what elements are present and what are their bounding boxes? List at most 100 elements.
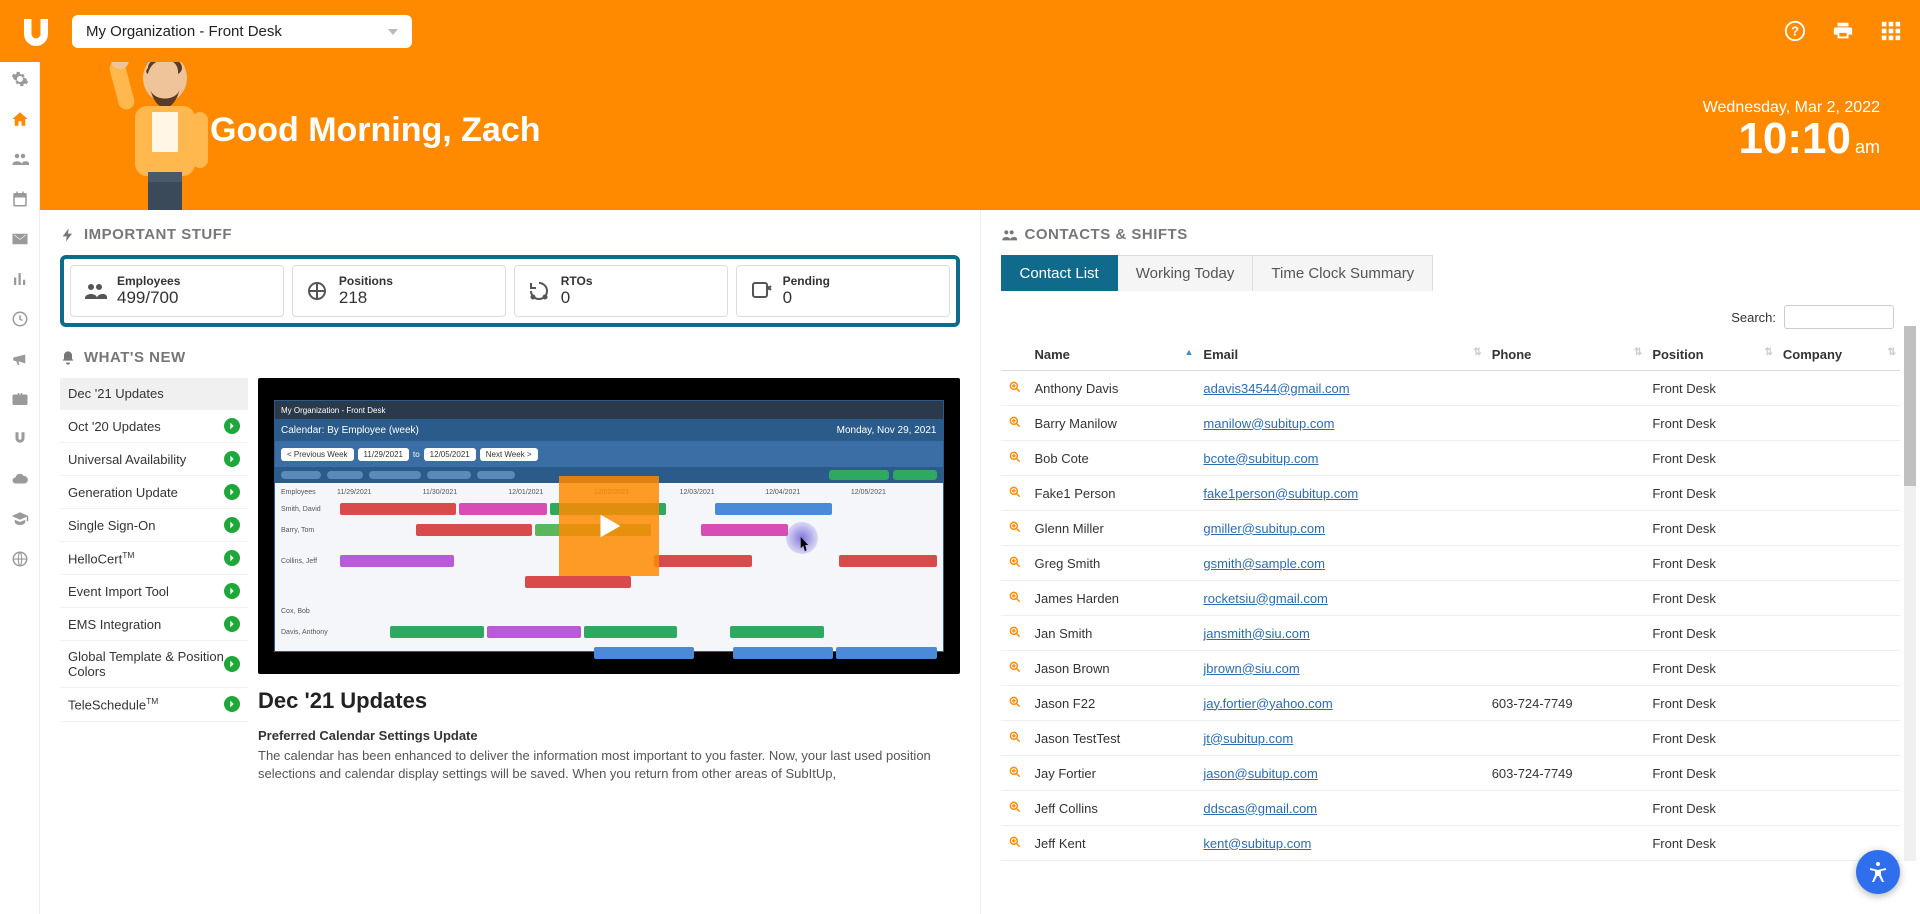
zoom-icon[interactable] [1007,484,1023,500]
zoom-icon[interactable] [1007,729,1023,745]
contact-name: Jason F22 [1029,686,1198,721]
contact-email: adavis34544@gmail.com [1197,371,1485,406]
contact-company [1777,406,1900,441]
mail-icon[interactable] [11,230,29,248]
tab-working-today[interactable]: Working Today [1118,255,1254,291]
zoom-icon[interactable] [1007,379,1023,395]
zoom-icon[interactable] [1007,624,1023,640]
col-name[interactable]: Name [1029,339,1198,371]
whats-new-item[interactable]: HelloCertTM [60,542,248,575]
chevron-right-icon [224,583,240,599]
chevron-right-icon [224,616,240,632]
contact-position: Front Desk [1646,651,1777,686]
print-icon[interactable] [1832,20,1854,42]
whats-new-item[interactable]: Universal Availability [60,443,248,476]
search-label: Search: [1731,310,1776,325]
bell-icon [60,350,76,366]
bolt-icon [60,227,76,243]
contacts-table: Name Email Phone Position Company Anthon… [1001,339,1901,861]
table-row: Jeff Kentkent@subitup.comFront Desk [1001,826,1901,861]
zoom-icon[interactable] [1007,834,1023,850]
contact-email: jansmith@siu.com [1197,616,1485,651]
whats-new-item[interactable]: TeleScheduleTM [60,688,248,721]
stat-employees[interactable]: Employees499/700 [70,265,284,317]
contact-name: Jeff Kent [1029,826,1198,861]
magnet-icon[interactable] [11,430,29,448]
gear-icon[interactable] [11,70,29,88]
zoom-icon[interactable] [1007,449,1023,465]
whats-new-item[interactable]: Single Sign-On [60,509,248,542]
tab-time-clock[interactable]: Time Clock Summary [1253,255,1433,291]
chevron-right-icon [224,656,240,672]
chevron-right-icon [224,484,240,500]
zoom-icon[interactable] [1007,694,1023,710]
tab-contact-list[interactable]: Contact List [1001,255,1118,291]
contact-name: Anthony Davis [1029,371,1198,406]
zoom-icon[interactable] [1007,799,1023,815]
contact-email: rocketsiu@gmail.com [1197,581,1485,616]
logo[interactable] [18,13,54,49]
contact-email: jbrown@siu.com [1197,651,1485,686]
col-phone[interactable]: Phone [1486,339,1647,371]
table-row: Jeff Collinsddscas@gmail.comFront Desk [1001,791,1901,826]
col-position[interactable]: Position [1646,339,1777,371]
contact-company [1777,581,1900,616]
time-text: 10:10 [1738,114,1851,163]
megaphone-icon[interactable] [11,350,29,368]
users-icon[interactable] [11,150,29,168]
table-row: Greg Smithgsmith@sample.comFront Desk [1001,546,1901,581]
col-email[interactable]: Email [1197,339,1485,371]
table-scrollbar[interactable] [1904,326,1916,861]
stat-rtos[interactable]: RTOs0 [514,265,728,317]
apps-grid-icon[interactable] [1880,20,1902,42]
zoom-icon[interactable] [1007,589,1023,605]
whats-new-item[interactable]: Generation Update [60,476,248,509]
col-company[interactable]: Company [1777,339,1900,371]
whats-new-item[interactable]: EMS Integration [60,608,248,641]
datetime: Wednesday, Mar 2, 2022 10:10am [1703,99,1880,161]
contact-position: Front Desk [1646,756,1777,791]
zoom-icon[interactable] [1007,554,1023,570]
clock-icon[interactable] [11,310,29,328]
whats-new-headline: Dec '21 Updates [258,688,960,714]
search-input[interactable] [1784,305,1894,329]
globe-icon[interactable] [11,550,29,568]
contact-phone [1486,826,1647,861]
whats-new-item[interactable]: Dec '21 Updates [60,378,248,410]
briefcase-icon[interactable] [11,390,29,408]
contact-phone [1486,441,1647,476]
cloud-icon[interactable] [11,470,29,488]
graduation-icon[interactable] [11,510,29,528]
zoom-icon[interactable] [1007,519,1023,535]
stat-positions[interactable]: Positions218 [292,265,506,317]
contact-company [1777,791,1900,826]
whats-new-item[interactable]: Event Import Tool [60,575,248,608]
org-selector[interactable]: My Organization - Front Desk [72,15,412,48]
accessibility-button[interactable] [1856,850,1900,894]
contacts-shifts-header: CONTACTS & SHIFTS [1001,226,1901,243]
table-row: Anthony Davisadavis34544@gmail.com Front … [1001,371,1901,406]
zoom-icon[interactable] [1007,764,1023,780]
home-icon[interactable] [11,110,29,128]
stat-pending[interactable]: Pending0 [736,265,950,317]
hero-avatar [100,40,230,210]
contact-company [1777,651,1900,686]
whats-new-item[interactable]: Global Template & Position Colors [60,641,248,688]
contact-company [1777,476,1900,511]
contact-position: Front Desk [1646,546,1777,581]
whats-new-item[interactable]: Oct '20 Updates [60,410,248,443]
table-row: Fake1 Personfake1person@subitup.comFront… [1001,476,1901,511]
contact-phone [1486,616,1647,651]
contact-phone [1486,546,1647,581]
contact-position: Front Desk [1646,371,1777,406]
whats-new-subhead: Preferred Calendar Settings Update [258,728,960,743]
help-icon[interactable]: ? [1784,20,1806,42]
zoom-icon[interactable] [1007,659,1023,675]
zoom-icon[interactable] [1007,414,1023,430]
play-button[interactable] [559,476,659,576]
contact-phone [1486,581,1647,616]
video-thumbnail[interactable]: My Organization - Front Desk Calendar: B… [258,378,960,674]
contact-name: Jay Fortier [1029,756,1198,791]
reports-icon[interactable] [11,270,29,288]
calendar-icon[interactable] [11,190,29,208]
